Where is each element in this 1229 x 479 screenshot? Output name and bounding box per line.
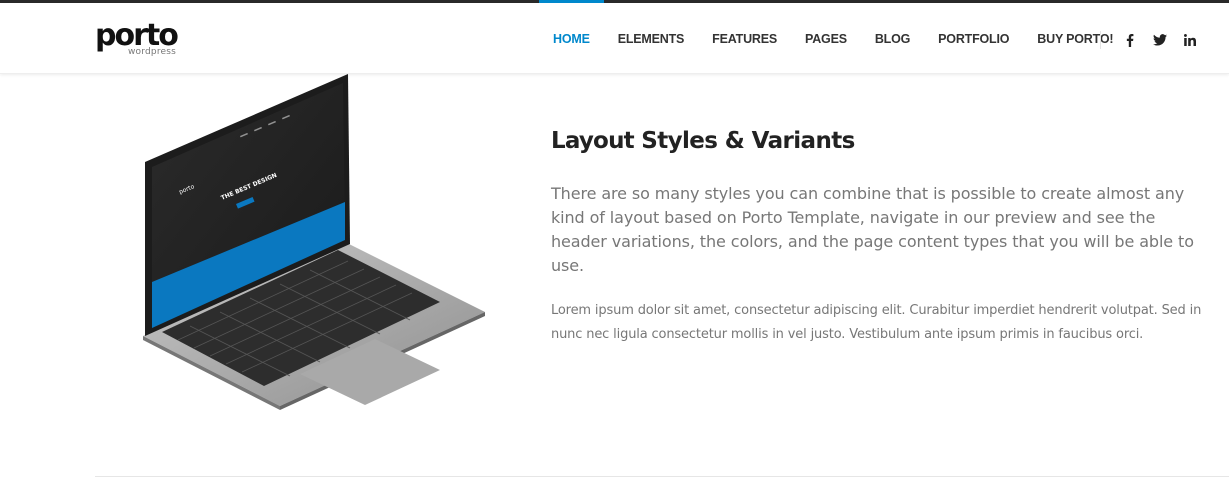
logo-subtitle: wordpress — [128, 47, 177, 57]
laptop-illustration: porto THE BEST DESIGN — [143, 74, 485, 410]
section-title-rest: Styles & Variants — [633, 128, 855, 154]
facebook-icon[interactable] — [1119, 29, 1141, 51]
linkedin-icon[interactable] — [1179, 29, 1201, 51]
nav-item-portfolio[interactable]: PORTFOLIO — [924, 3, 1023, 74]
main-nav: HOME ELEMENTS FEATURES PAGES BLOG PORTFO… — [539, 0, 1127, 74]
section-divider — [95, 476, 1229, 477]
nav-item-buy-porto[interactable]: BUY PORTO! — [1023, 3, 1127, 74]
twitter-icon[interactable] — [1149, 29, 1171, 51]
nav-item-features[interactable]: FEATURES — [698, 3, 791, 74]
porto-logo[interactable]: porto wordpress — [95, 20, 185, 60]
section-title: Layout Styles & Variants — [551, 128, 855, 154]
nav-item-elements[interactable]: ELEMENTS — [604, 3, 698, 74]
nav-item-pages[interactable]: PAGES — [791, 3, 861, 74]
nav-social-divider — [1100, 31, 1101, 49]
site-header: porto wordpress HOME ELEMENTS FEATURES P… — [0, 0, 1229, 74]
nav-item-home[interactable]: HOME — [539, 0, 604, 74]
section-title-bold: Layout — [551, 128, 635, 154]
nav-item-blog[interactable]: BLOG — [861, 3, 924, 74]
section-lead: There are so many styles you can combine… — [551, 184, 1194, 275]
section-body: Lorem ipsum dolor sit amet, consectetur … — [551, 303, 1202, 342]
